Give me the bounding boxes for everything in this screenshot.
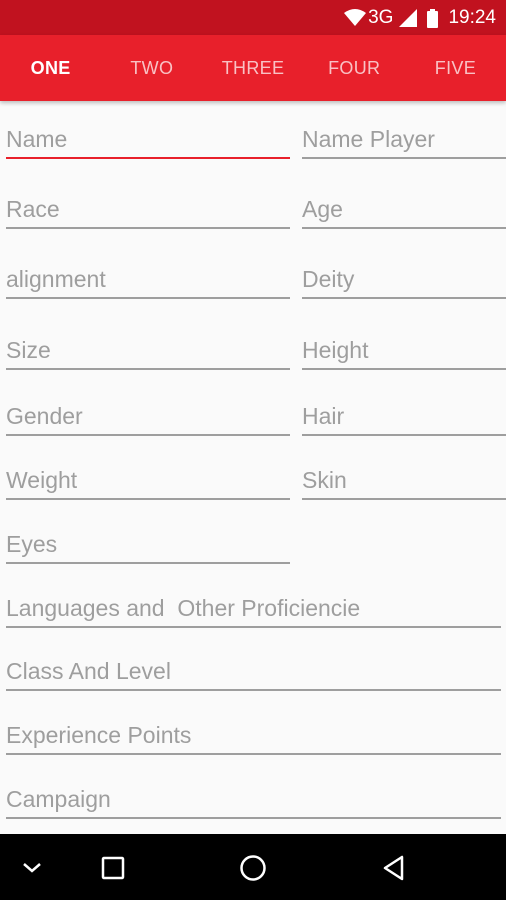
clock: 19:24 (448, 7, 496, 28)
gender-field[interactable]: Gender (6, 396, 290, 436)
deity-field[interactable]: Deity (302, 259, 506, 299)
hair-placeholder: Hair (302, 403, 345, 429)
age-field[interactable]: Age (302, 189, 506, 229)
weight-field[interactable]: Weight (6, 460, 290, 500)
wifi-icon (344, 9, 367, 27)
cell-signal-icon (399, 9, 418, 27)
campaign-field[interactable]: Campaign (6, 779, 501, 819)
chevron-down-icon[interactable] (16, 852, 48, 884)
back-triangle-icon[interactable] (378, 852, 410, 884)
age-placeholder: Age (302, 196, 343, 222)
class-level-placeholder: Class And Level (6, 658, 171, 684)
height-field[interactable]: Height (302, 330, 506, 370)
navigation-bar (0, 834, 506, 900)
tab-three[interactable]: THREE (202, 35, 303, 101)
height-placeholder: Height (302, 337, 369, 363)
tab-one[interactable]: ONE (0, 35, 101, 101)
experience-points-placeholder: Experience Points (6, 722, 192, 748)
battery-icon (427, 8, 439, 28)
network-type: 3G (368, 7, 394, 28)
name-placeholder: Name (6, 126, 68, 152)
alignment-field[interactable]: alignment (6, 259, 290, 299)
tab-bar: ONE TWO THREE FOUR FIVE (0, 35, 506, 101)
class-level-field[interactable]: Class And Level (6, 651, 501, 691)
eyes-field[interactable]: Eyes (6, 524, 290, 564)
eyes-placeholder: Eyes (6, 531, 58, 557)
status-icons: 3G 19:24 (344, 6, 496, 30)
recents-square-icon[interactable] (97, 852, 129, 884)
deity-placeholder: Deity (302, 266, 355, 292)
hair-field[interactable]: Hair (302, 396, 506, 436)
race-placeholder: Race (6, 196, 60, 222)
gender-placeholder: Gender (6, 403, 83, 429)
home-circle-icon[interactable] (237, 852, 269, 884)
name-field[interactable]: Name (6, 119, 290, 159)
tab-two[interactable]: TWO (101, 35, 202, 101)
tab-five[interactable]: FIVE (405, 35, 506, 101)
size-placeholder: Size (6, 337, 51, 363)
weight-placeholder: Weight (6, 467, 78, 493)
name-player-placeholder: Name Player (302, 126, 435, 152)
race-field[interactable]: Race (6, 189, 290, 229)
tab-four[interactable]: FOUR (304, 35, 405, 101)
skin-placeholder: Skin (302, 467, 347, 493)
experience-points-field[interactable]: Experience Points (6, 715, 501, 755)
alignment-placeholder: alignment (6, 266, 106, 292)
languages-placeholder: Languages and Other Proficiencie (6, 595, 361, 621)
languages-field[interactable]: Languages and Other Proficiencie (6, 588, 501, 628)
skin-field[interactable]: Skin (302, 460, 506, 500)
campaign-placeholder: Campaign (6, 786, 111, 812)
name-player-field[interactable]: Name Player (302, 119, 506, 159)
status-bar: 3G 19:24 (0, 0, 506, 35)
size-field[interactable]: Size (6, 330, 290, 370)
